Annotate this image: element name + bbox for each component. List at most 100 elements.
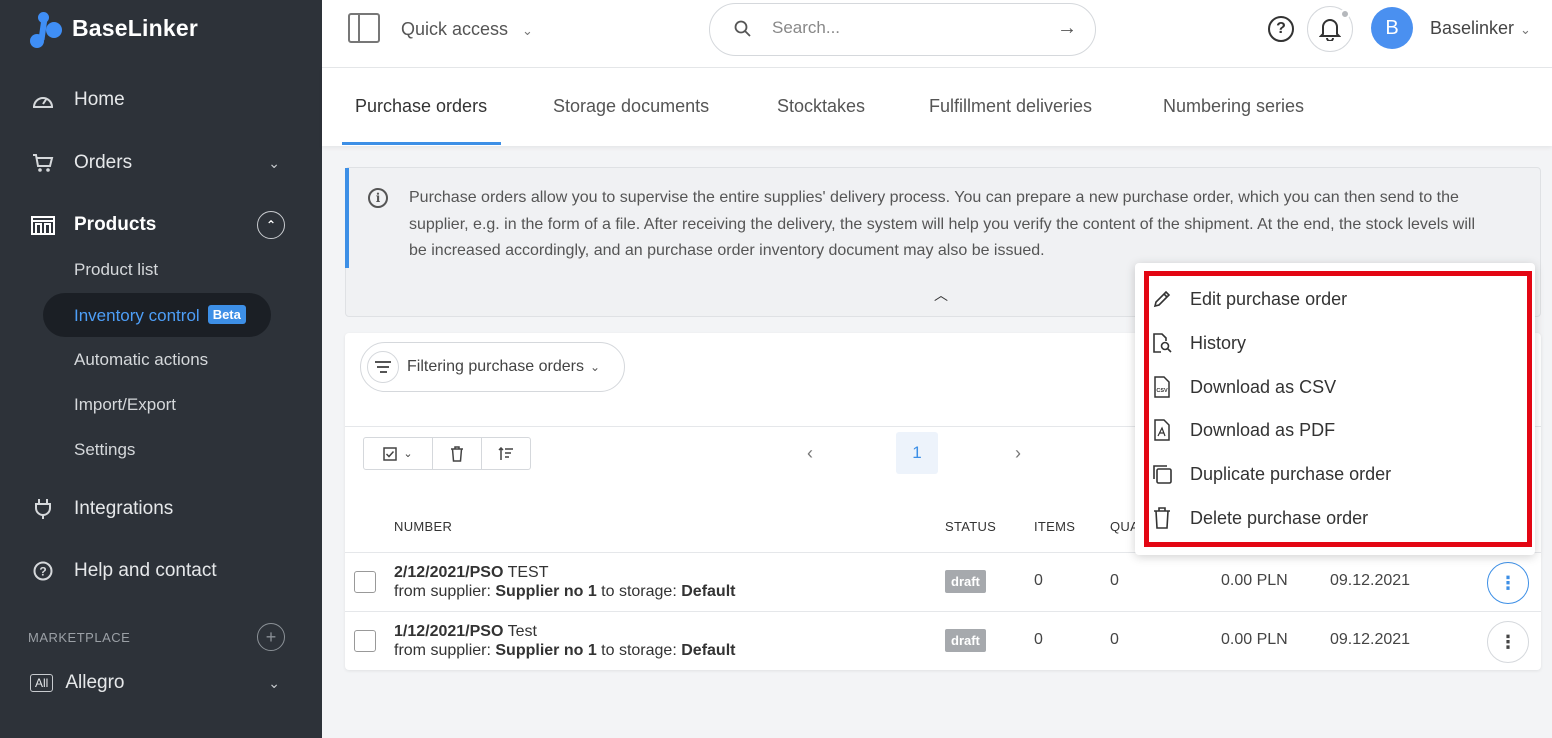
sort-button[interactable] <box>482 438 530 469</box>
chevron-down-icon: ⌄ <box>1520 22 1531 37</box>
sidebar-subitem-inventory-control[interactable]: Inventory control Beta <box>74 305 246 326</box>
filter-button[interactable]: Filtering purchase orders ⌄ <box>360 342 625 392</box>
search-icon <box>734 20 751 42</box>
delete-selected-button[interactable] <box>433 438 482 469</box>
sidebar-item-label: Orders <box>74 152 133 173</box>
column-header-status[interactable]: STATUS <box>945 519 996 534</box>
quick-access-dropdown[interactable]: Quick access ⌄ <box>401 19 533 40</box>
tab-fulfillment-deliveries[interactable]: Fulfillment deliveries <box>929 96 1092 117</box>
menu-item-download-pdf[interactable]: Download as PDF <box>1150 418 1335 442</box>
table-row[interactable]: 2/12/2021/PSO TEST from supplier: Suppli… <box>345 552 1541 611</box>
column-header-items[interactable]: ITEMS <box>1034 519 1075 534</box>
tab-stocktakes[interactable]: Stocktakes <box>777 96 865 117</box>
menu-item-label: Duplicate purchase order <box>1190 463 1392 484</box>
value-cell: 0.00 PLN <box>1221 572 1288 589</box>
notifications-button[interactable] <box>1307 6 1353 52</box>
file-search-icon <box>1150 331 1174 355</box>
notification-dot <box>1340 9 1350 19</box>
username-label: Baselinker <box>1430 18 1515 38</box>
sort-icon <box>498 446 513 460</box>
active-tab-underline <box>342 142 501 145</box>
sidebar-item-products[interactable]: Products ⌃ <box>30 211 290 239</box>
date-cell: 09.12.2021 <box>1330 572 1411 589</box>
items-cell: 0 <box>1034 631 1043 648</box>
table-row[interactable]: 1/12/2021/PSO Test from supplier: Suppli… <box>345 611 1541 670</box>
sidebar-subitem-label: Inventory control <box>74 306 200 325</box>
search-input[interactable] <box>772 18 1042 38</box>
date-cell: 09.12.2021 <box>1330 631 1411 648</box>
row-checkbox[interactable] <box>354 571 376 593</box>
logo[interactable]: BaseLinker <box>28 8 198 48</box>
order-number-cell: 1/12/2021/PSO Test from supplier: Suppli… <box>394 622 735 660</box>
sidebar-item-help[interactable]: ? Help and contact <box>30 559 290 583</box>
sidebar-item-orders[interactable]: Orders ⌄ <box>30 151 290 175</box>
from-label: from supplier: <box>394 583 491 600</box>
quick-access-label: Quick access <box>401 19 509 39</box>
chevron-up-icon[interactable]: ⌃ <box>257 211 285 239</box>
chevron-down-icon: ⌄ <box>403 448 413 460</box>
sidebar-item-allegro[interactable]: All Allegro ⌄ <box>30 672 290 694</box>
user-menu[interactable]: Baselinker ⌄ <box>1430 18 1531 39</box>
items-cell: 0 <box>1034 572 1043 589</box>
order-name: TEST <box>507 564 549 581</box>
tab-purchase-orders[interactable]: Purchase orders <box>355 96 487 117</box>
sidebar-item-label: Home <box>74 89 125 110</box>
arrow-right-icon[interactable]: → <box>1057 17 1077 40</box>
menu-item-edit[interactable]: Edit purchase order <box>1150 287 1347 311</box>
help-icon[interactable]: ? <box>1268 16 1294 42</box>
sidebar-item-label: Help and contact <box>74 560 217 581</box>
quantity-cell: 0 <box>1110 572 1119 589</box>
sidebar-subitem-settings[interactable]: Settings <box>74 440 135 460</box>
order-number[interactable]: 2/12/2021/PSO <box>394 564 503 581</box>
tab-numbering-series[interactable]: Numbering series <box>1163 96 1304 117</box>
plug-icon <box>30 497 56 521</box>
row-actions-button[interactable]: ⋮ <box>1487 562 1529 604</box>
sidebar-subitem-product-list[interactable]: Product list <box>74 260 158 280</box>
filter-label: Filtering purchase orders <box>407 358 584 375</box>
sidebar-item-label: Integrations <box>74 498 174 519</box>
warehouse-icon <box>30 213 56 237</box>
row-checkbox[interactable] <box>354 630 376 652</box>
status-badge: draft <box>945 570 986 593</box>
baselinker-logo-icon <box>28 8 64 48</box>
help-circle-icon: ? <box>30 559 56 583</box>
pencil-icon <box>1150 287 1174 311</box>
sidebar-subitem-import-export[interactable]: Import/Export <box>74 395 176 415</box>
trash-icon <box>451 445 463 462</box>
storage-name: Default <box>681 642 736 659</box>
avatar[interactable]: B <box>1371 7 1413 49</box>
beta-badge: Beta <box>207 305 246 324</box>
info-accent <box>345 168 349 268</box>
sidebar-item-integrations[interactable]: Integrations <box>30 497 290 521</box>
menu-item-history[interactable]: History <box>1150 331 1246 355</box>
page-number-current[interactable]: 1 <box>896 432 938 474</box>
panel-toggle-icon[interactable] <box>348 13 380 43</box>
cart-icon <box>30 151 56 175</box>
from-label: from supplier: <box>394 642 491 659</box>
select-dropdown[interactable]: ⌄ <box>364 438 433 469</box>
menu-item-label: Download as CSV <box>1190 376 1337 397</box>
menu-item-duplicate[interactable]: Duplicate purchase order <box>1150 462 1391 486</box>
sidebar-item-home[interactable]: Home <box>30 88 290 112</box>
column-header-number[interactable]: NUMBER <box>394 519 452 534</box>
row-actions-button[interactable]: ⋮ <box>1487 621 1529 663</box>
sidebar: BaseLinker Home Orders ⌄ Products ⌃ Prod… <box>0 0 322 738</box>
svg-text:?: ? <box>39 565 46 579</box>
info-text: Purchase orders allow you to supervise t… <box>409 189 1476 259</box>
order-number[interactable]: 1/12/2021/PSO <box>394 623 503 640</box>
storage-name: Default <box>681 583 736 600</box>
add-marketplace-button[interactable]: + <box>257 623 285 651</box>
menu-item-label: History <box>1190 332 1247 353</box>
supplier-name: Supplier no 1 <box>495 583 597 600</box>
menu-item-download-csv[interactable]: CSV Download as CSV <box>1150 375 1336 399</box>
prev-page-icon[interactable]: ‹ <box>807 443 813 464</box>
next-page-icon[interactable]: › <box>1015 443 1021 464</box>
tabs-bar: Purchase orders Storage documents Stockt… <box>322 68 1552 146</box>
sidebar-subitem-automatic-actions[interactable]: Automatic actions <box>74 350 208 370</box>
menu-item-delete[interactable]: Delete purchase order <box>1150 506 1368 530</box>
all-badge: All <box>30 674 54 692</box>
tab-storage-documents[interactable]: Storage documents <box>553 96 709 117</box>
chevron-up-icon[interactable]: ︿ <box>934 285 948 305</box>
bulk-toolbar: ⌄ <box>363 437 531 470</box>
order-name: Test <box>507 623 537 640</box>
